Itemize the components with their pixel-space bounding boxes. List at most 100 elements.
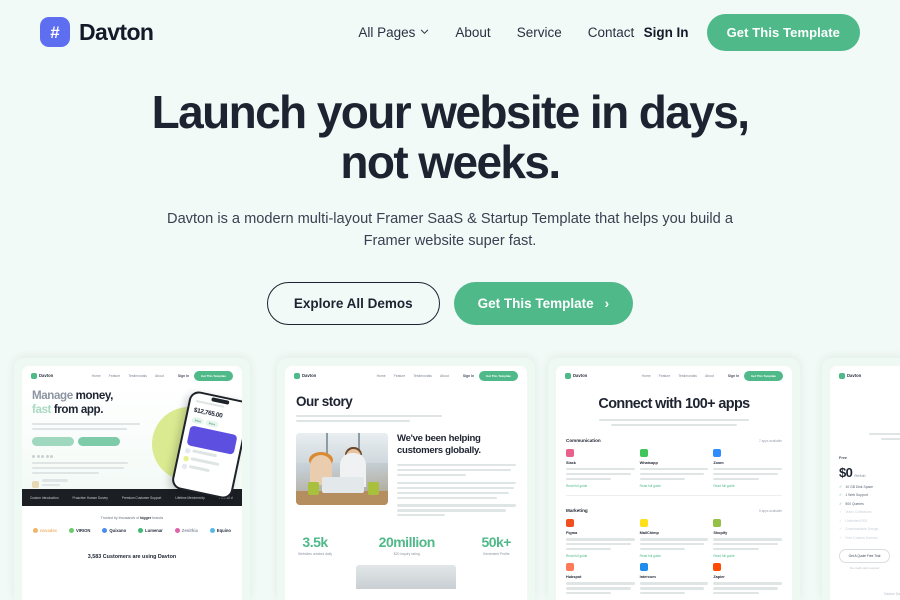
integration-cell[interactable]: Figma Read full guide	[566, 519, 635, 558]
tier-button[interactable]: Get A Quote Free Trial	[839, 548, 890, 563]
brand-logo-label: Lumenar	[145, 528, 163, 533]
card1-button-primary	[78, 437, 120, 447]
mini-nav-link: Home	[641, 373, 651, 378]
mini-sign-in: Sign In	[727, 373, 740, 378]
section-link[interactable]: 5 apps available	[759, 509, 782, 513]
demo-card-integrations[interactable]: Davton Home Feature Testimonials About S…	[548, 358, 800, 600]
brand-name: Davton	[79, 18, 154, 45]
brand-logo-item: Lumenar	[138, 528, 163, 533]
phone-chip: Move	[191, 416, 205, 426]
explore-demos-button[interactable]: Explore All Demos	[266, 281, 440, 325]
pricing-tiers: Free $0/Per Month ✓ 10 GB Disk Space ✓ 1 W…	[839, 456, 900, 570]
mini-brand: Davton	[294, 372, 317, 379]
integration-cell[interactable]: MailChimp Read full guide	[639, 519, 709, 558]
tier-feature: ✓ Free Custom Domain	[839, 535, 890, 540]
divider	[566, 495, 782, 497]
card3-subtitle	[599, 419, 749, 427]
tier-feature: ✓ 500 Queries	[839, 501, 890, 506]
page-root: # Davton All Pages About Service Contact…	[0, 0, 900, 600]
integration-cell[interactable]: Whatsapp Read full guide	[639, 449, 709, 488]
demo-card-pricing[interactable]: Davton Suita hidden f Free $0/Per Mo	[822, 358, 900, 600]
nav-item-all-pages[interactable]: All Pages	[358, 25, 429, 40]
stats-row: 3.5k Websites created daily 20million $2…	[296, 534, 516, 556]
app-link[interactable]: Read full guide	[566, 484, 635, 488]
mini-nav-link: About	[704, 373, 714, 378]
app-link[interactable]: Read full guide	[713, 484, 782, 488]
app-desc	[639, 582, 709, 595]
demo-card-our-story[interactable]: Davton Home Feature Testimonials About S…	[277, 358, 535, 600]
mini-logo-icon	[294, 372, 300, 379]
stat-value: 20million	[378, 534, 436, 551]
app-link[interactable]: Read full guide	[640, 484, 709, 488]
section-label: Marketing	[566, 508, 588, 514]
integration-cell[interactable]: Zapier	[713, 563, 782, 597]
band-item: Lifetime Membership	[175, 495, 205, 500]
brand-logo-label: Quixano	[109, 528, 127, 533]
card1-paragraph	[32, 422, 140, 431]
brand-logo[interactable]: # Davton	[40, 17, 154, 47]
app-icon	[713, 563, 722, 572]
card2-feature-row: We've been helping customers globally.	[296, 433, 516, 519]
tier-price-value: $0	[839, 465, 853, 481]
nav-item-contact[interactable]: Contact	[588, 25, 635, 40]
integration-cell[interactable]: Slack Read full guide	[566, 449, 635, 488]
nav-item-service[interactable]: Service	[517, 25, 562, 40]
mini-cta-button: Get This Template	[479, 370, 518, 381]
hero-title-line1: Launch your website in days,	[151, 86, 750, 138]
card1-hero: Manage money, fast from app. $12,765.00 …	[22, 385, 242, 501]
section-link[interactable]: 7 apps available	[759, 439, 782, 443]
mini-brand-name: Davton	[573, 373, 588, 378]
mini-logo-icon	[565, 372, 571, 379]
hero-title-line2: not weeks.	[340, 135, 561, 188]
mini-nav: Davton	[830, 366, 900, 385]
demo-card-manage-money[interactable]: Davton Home Feature Testimonials About S…	[14, 358, 250, 600]
brand-logo-row: novadex VIRION Quixano Lumenar Zenithia …	[30, 528, 234, 533]
mini-logo-icon	[839, 372, 845, 379]
brand-logo-label: VIRION	[75, 528, 91, 533]
mini-brand-name: Davton	[302, 373, 317, 378]
integration-cell[interactable]: Zoom Read full guide	[713, 449, 782, 488]
app-link[interactable]: Read full guide	[640, 554, 709, 558]
app-name: Whatsapp	[639, 461, 658, 466]
app-link[interactable]: Read full guide	[713, 554, 782, 558]
app-name: Zoom	[713, 461, 724, 466]
app-desc	[566, 468, 635, 481]
check-icon: ✓	[839, 517, 843, 523]
mini-nav-links: Home Feature Testimonials About	[377, 374, 449, 378]
stat-label: Websites created daily	[298, 552, 333, 557]
sign-in-link[interactable]: Sign In	[644, 25, 689, 40]
mini-nav-link: Testimonials	[128, 373, 147, 378]
app-icon	[566, 519, 574, 528]
tier-feature: ✓ Unlimited RSS	[839, 517, 890, 523]
integration-cell[interactable]: Shopify Read full guide	[713, 519, 782, 558]
card2-subtitle	[296, 415, 442, 423]
integration-cell[interactable]: Intercom	[639, 563, 709, 597]
app-name: Zapier	[713, 575, 725, 580]
integration-cell[interactable]: Hubspot	[566, 563, 635, 597]
card1-headline-b-bold: from app.	[53, 403, 104, 417]
app-link[interactable]: Read full guide	[566, 554, 635, 558]
get-template-button[interactable]: Get This Template	[706, 13, 860, 51]
mini-brand: Davton	[565, 372, 588, 379]
mini-nav-link: Feature	[658, 373, 671, 378]
hero-get-template-button[interactable]: Get This Template ›	[453, 281, 634, 325]
brand-logo-label: Equino	[216, 528, 231, 533]
tier-feature: ✓ Video Collections	[839, 510, 890, 515]
app-name: Intercom	[639, 575, 656, 580]
mini-cta-button: Get This Template	[194, 370, 233, 381]
demo-card-frame: Davton Home Feature Testimonials About S…	[22, 366, 242, 600]
check-icon: ✓	[839, 492, 843, 498]
brand-logo-item: Zenithia	[174, 528, 198, 533]
brand-logo-item: VIRION	[68, 528, 91, 533]
nav-item-about[interactable]: About	[455, 25, 490, 40]
card2-right-headline: We've been helping customers globally.	[397, 433, 481, 457]
demo-preview-strip: Davton Home Feature Testimonials About S…	[0, 358, 900, 600]
mini-nav-link: Home	[91, 373, 101, 378]
trust-bold: bigger	[140, 516, 152, 520]
card1-headline-a-bold: money,	[75, 389, 114, 402]
chevron-right-icon: ›	[604, 295, 610, 311]
app-desc	[713, 582, 782, 595]
mini-sign-in: Sign In	[462, 373, 475, 378]
tier-feature: ✓ 10 GB Disk Space	[839, 484, 890, 489]
nav-label: All Pages	[358, 24, 416, 40]
